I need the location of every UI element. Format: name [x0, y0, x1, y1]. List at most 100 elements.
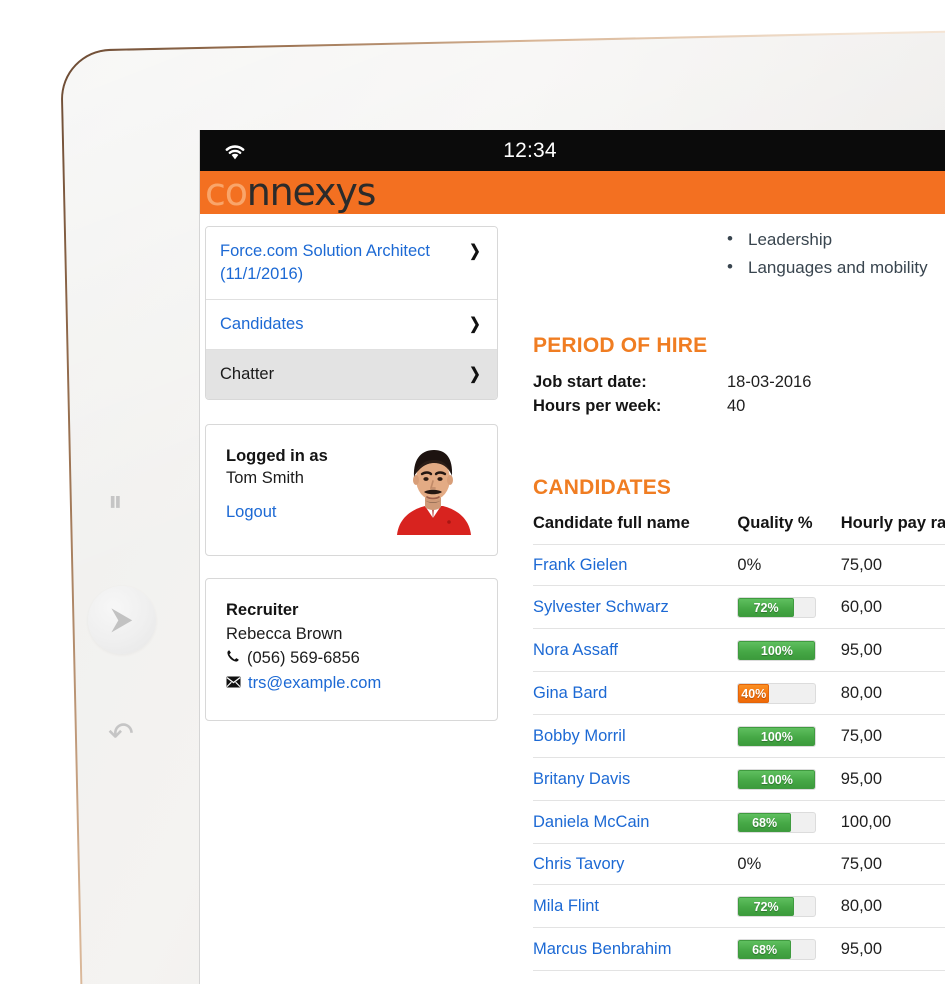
candidates-table-body: Frank Gielen0%75,002Sylvester Schwarz72%…	[533, 544, 945, 984]
logged-in-card: Logged in as Tom Smith Logout	[205, 424, 498, 556]
sidebar-item-chatter[interactable]: Chatter ❯	[206, 350, 497, 399]
quality-cell: 100%	[737, 628, 841, 672]
candidate-link[interactable]: Bobby Morril	[533, 727, 626, 745]
candidate-link[interactable]: Gina Bard	[533, 684, 607, 702]
quality-cell: 72%	[737, 585, 841, 629]
column-header-rate[interactable]: Hourly pay rate	[841, 514, 945, 545]
logo-rest: nnexys	[246, 171, 377, 214]
candidates-title: CANDIDATES	[533, 476, 672, 499]
job-start-date-row: Job start date: 18-03-2016	[533, 370, 945, 394]
candidate-name-cell: Nora Assaff	[533, 628, 738, 672]
hours-per-week-value: 40	[727, 397, 746, 415]
hourly-pay-rate-cell: 75,00	[840, 843, 945, 885]
quality-progress-bar: 100%	[737, 640, 817, 661]
quality-progress-label: 72%	[753, 600, 779, 615]
list-item: Leadership	[725, 225, 945, 254]
candidate-link[interactable]: Marcus Benbrahim	[533, 940, 671, 958]
candidate-link[interactable]: Britany Davis	[533, 770, 630, 788]
quality-progress-label: 68%	[752, 815, 778, 830]
quality-progress-bar: 68%	[737, 812, 817, 833]
table-row: Frank Gielen0%75,002	[533, 544, 945, 586]
recruiter-phone-row: (056) 569-6856	[226, 646, 483, 671]
candidate-name-cell: Mila Flint	[533, 884, 738, 928]
hourly-pay-rate-cell: 95,00	[840, 927, 945, 971]
table-row: Britany Davis100%95,003	[533, 757, 945, 801]
column-header-name[interactable]: Candidate full name	[533, 514, 737, 545]
hourly-pay-rate-cell: 80,00	[840, 671, 945, 715]
quality-progress-bar: 100%	[737, 769, 817, 790]
column-header-quality[interactable]: Quality %	[737, 514, 840, 545]
hours-per-week-row: Hours per week: 40	[533, 394, 945, 418]
chevron-right-icon: ❯	[468, 366, 481, 383]
candidate-name-cell: Marcus Benbrahim	[533, 927, 738, 971]
list-item: Languages and mobility	[725, 253, 945, 282]
table-row: Gina Bard40%80,003	[533, 671, 945, 715]
quality-cell: 68%	[737, 927, 841, 971]
brand-bar: connexys	[200, 171, 945, 214]
candidates-table: Candidate full name Quality % Hourly pay…	[533, 514, 945, 984]
quality-progress-label: 100%	[760, 729, 793, 744]
sidebar-item-job[interactable]: Force.com Solution Architect (11/1/2016)…	[206, 227, 497, 300]
candidate-name-cell: Daniela McCain	[533, 800, 738, 844]
logout-link[interactable]: Logout	[226, 503, 276, 522]
undo-arrow-icon[interactable]: ↶	[108, 716, 134, 752]
recruiter-email-row: trs@example.com	[226, 671, 483, 696]
table-row: Daniela McCain68%100,004	[533, 800, 945, 844]
quality-progress-bar: 68%	[737, 939, 817, 960]
quality-cell: 100%	[737, 757, 841, 801]
quality-progress-bar: 72%	[737, 597, 817, 618]
quality-zero-text: 0%	[737, 855, 762, 873]
candidate-name-cell: Sylvester Schwarz	[533, 585, 738, 629]
table-row: Chris Tavory0%75,002	[533, 843, 945, 885]
app-screen: 12:34 connexys Force.com Solution Archit…	[200, 130, 945, 984]
status-clock: 12:34	[503, 138, 557, 162]
connexys-logo[interactable]: connexys	[205, 171, 377, 214]
hourly-pay-rate-cell: 65,00	[840, 970, 945, 984]
candidate-link[interactable]: Daniela McCain	[533, 813, 649, 831]
candidate-link[interactable]: Frank Gielen	[533, 556, 627, 574]
envelope-icon	[226, 671, 241, 696]
hours-per-week-label: Hours per week:	[533, 397, 662, 415]
hourly-pay-rate-cell: 75,00	[840, 544, 945, 586]
candidate-link[interactable]: Sylvester Schwarz	[533, 598, 669, 616]
sidebar: Force.com Solution Architect (11/1/2016)…	[200, 214, 505, 743]
forward-arrow-icon[interactable]: ⮞	[88, 586, 156, 654]
candidate-link[interactable]: Nora Assaff	[533, 641, 618, 659]
quality-cell: 100%	[737, 714, 841, 758]
skills-bullet-list: Leadership Languages and mobility	[725, 225, 945, 282]
recruiter-name: Rebecca Brown	[226, 625, 343, 643]
quality-progress-label: 100%	[760, 643, 793, 658]
candidate-link[interactable]: Chris Tavory	[533, 855, 624, 873]
recruiter-label: Recruiter	[226, 601, 299, 619]
quality-cell: 68%	[737, 800, 841, 844]
hourly-pay-rate-cell: 95,00	[840, 757, 945, 801]
candidate-name-cell: Gina Bard	[533, 671, 738, 715]
sidebar-item-candidates-label: Candidates	[220, 315, 304, 333]
candidate-name-cell: Frank Gielen	[533, 544, 738, 586]
sidebar-nav-card: Force.com Solution Architect (11/1/2016)…	[205, 226, 498, 400]
candidate-name-cell: Britany Davis	[533, 757, 738, 801]
chevron-right-icon: ❯	[468, 316, 481, 333]
sidebar-item-candidates[interactable]: Candidates ❯	[206, 300, 497, 350]
table-row: Bobby Morril100%75,002	[533, 714, 945, 758]
quality-cell: 0%	[737, 843, 841, 885]
screenshot-root: ⏸ ⮞ ↶ 12:34 connexys Force.com Solution …	[0, 0, 945, 984]
logged-in-user-name: Tom Smith	[226, 469, 304, 487]
candidate-link[interactable]: Mila Flint	[533, 897, 599, 915]
candidate-name-cell: Bobby Morril	[533, 714, 738, 758]
table-row: Nora Assaff100%95,003	[533, 628, 945, 672]
hourly-pay-rate-cell: 60,00	[840, 585, 945, 629]
candidate-name-cell: Karen Johnson	[533, 970, 738, 984]
quality-progress-bar: 40%	[737, 683, 817, 704]
hourly-pay-rate-cell: 80,00	[840, 884, 945, 928]
quality-zero-text: 0%	[737, 556, 762, 574]
quality-progress-label: 72%	[753, 899, 779, 914]
quality-cell: 0%	[737, 970, 841, 984]
recruiter-email[interactable]: trs@example.com	[248, 671, 381, 696]
candidate-name-cell: Chris Tavory	[533, 843, 738, 885]
hourly-pay-rate-cell: 95,00	[840, 628, 945, 672]
job-start-date-label: Job start date:	[533, 373, 647, 391]
hourly-pay-rate-cell: 100,00	[840, 800, 945, 844]
period-of-hire-title: PERIOD OF HIRE	[533, 334, 708, 357]
pause-icon[interactable]: ⏸	[108, 486, 122, 519]
